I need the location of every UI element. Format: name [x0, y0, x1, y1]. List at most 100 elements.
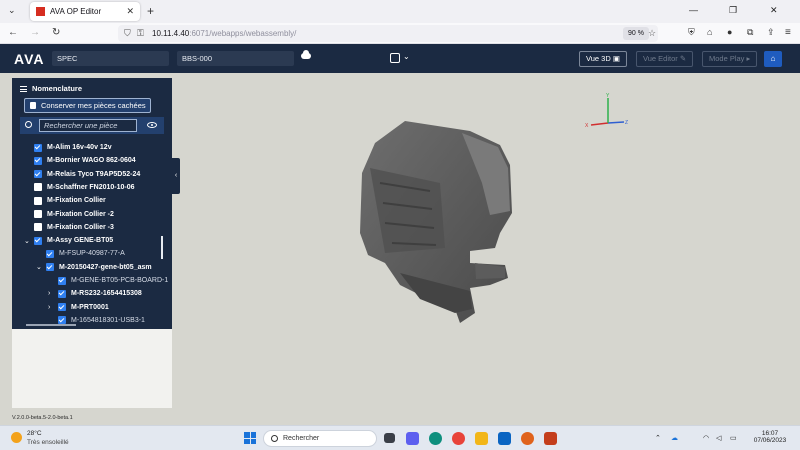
extensions-icon[interactable]: ⧉	[747, 27, 753, 38]
system-clock[interactable]: 16:07 07/06/2023	[752, 430, 788, 444]
tree-item-label: M-Assy GENE-BT05	[47, 237, 114, 245]
file-explorer-icon[interactable]	[475, 432, 488, 445]
weather-desc[interactable]: Très ensoleillé	[27, 439, 69, 446]
close-tab-icon[interactable]: ✕	[126, 6, 134, 17]
tree-item[interactable]: › M-RS232-1654415308	[48, 287, 142, 300]
task-view-icon[interactable]	[384, 433, 395, 443]
visibility-checkbox[interactable]	[34, 170, 42, 179]
share-icon[interactable]: ⇪	[767, 27, 775, 38]
taskbar-search[interactable]: Rechercher	[263, 430, 377, 447]
app-logo: AVA	[14, 51, 45, 67]
chevron-right-icon[interactable]: ›	[48, 290, 56, 297]
vue-3d-button[interactable]: Vue 3D ▣	[579, 51, 627, 67]
home-button[interactable]: ⌂	[764, 51, 782, 67]
site-favicon-icon	[36, 7, 45, 16]
collapse-panel-button[interactable]: ‹	[172, 158, 180, 194]
show-hidden-icons-icon[interactable]: ⌃	[655, 434, 661, 442]
tree-scrollbar[interactable]	[161, 236, 163, 259]
visibility-checkbox[interactable]	[34, 236, 42, 245]
tree-item[interactable]: M-Bornier WAGO 862-0604	[34, 154, 136, 167]
tree-item[interactable]: M-Fixation Collier -2	[34, 208, 114, 221]
tree-item[interactable]: M-GENE-BT05-PCB-BOARD-1	[58, 274, 168, 287]
wifi-icon[interactable]: ◠	[703, 434, 709, 442]
eye-icon[interactable]	[147, 122, 157, 128]
tree-item-label: M-1654818301-USB3-1	[71, 316, 145, 324]
window-close-icon[interactable]: ✕	[770, 5, 778, 16]
tree-item[interactable]: M-FSUP-40987-77-A	[46, 247, 125, 260]
visibility-checkbox[interactable]	[34, 143, 42, 152]
visibility-checkbox[interactable]	[46, 263, 54, 272]
tree-item-label: M-Fixation Collier -2	[47, 210, 114, 218]
menu-icon[interactable]: ≡	[785, 27, 791, 38]
minimize-icon[interactable]: —	[689, 5, 698, 15]
3d-model[interactable]	[360, 121, 512, 323]
tree-item[interactable]: M-Fixation Collier -3	[34, 221, 114, 234]
tree-item[interactable]: ⌄ M-20150427-gene-bt05_asm	[36, 261, 152, 274]
restore-icon[interactable]: ❐	[729, 5, 737, 16]
sun-icon[interactable]	[11, 432, 22, 443]
browser-tab[interactable]: AVA OP Editor ✕	[30, 2, 140, 21]
horizontal-scrollbar[interactable]	[26, 324, 76, 326]
powerpoint-icon[interactable]	[544, 432, 557, 445]
forward-icon[interactable]: →	[30, 27, 40, 38]
chevron-down-icon[interactable]: ⌄	[36, 263, 44, 271]
url-bar[interactable]: ⛉ ⚿ 10.11.4.40:6071/webapps/webassembly/…	[118, 25, 658, 42]
visibility-checkbox[interactable]	[34, 183, 42, 192]
bookmark-star-icon[interactable]: ☆	[648, 28, 656, 39]
part-search-input[interactable]	[39, 119, 137, 132]
outlook-icon[interactable]	[498, 432, 511, 445]
chevron-down-icon[interactable]: ⌄	[24, 237, 32, 245]
tree-item[interactable]: M-Fixation Collier	[34, 194, 106, 207]
pocket-icon[interactable]: ⌂	[707, 27, 712, 37]
teams-icon[interactable]	[406, 432, 419, 445]
menu-hamburger-icon[interactable]	[20, 85, 27, 92]
volume-icon[interactable]: ◁	[716, 434, 721, 442]
windows-start-icon[interactable]	[244, 432, 256, 444]
save-icon	[30, 102, 36, 109]
url-text[interactable]: 10.11.4.40:6071/webapps/webassembly/	[152, 29, 296, 38]
tracking-shield-icon[interactable]: ⛉	[124, 28, 131, 39]
tree-item-label: M-20150427-gene-bt05_asm	[59, 263, 152, 271]
search-icon[interactable]	[25, 121, 32, 128]
visibility-checkbox[interactable]	[58, 289, 66, 298]
new-tab-icon[interactable]: +	[147, 4, 154, 18]
zoom-level[interactable]: 90 %	[623, 27, 649, 40]
account-icon[interactable]: ●	[727, 27, 732, 37]
tab-title: AVA OP Editor	[50, 7, 102, 16]
visibility-checkbox[interactable]	[34, 196, 42, 205]
visibility-checkbox[interactable]	[34, 223, 42, 232]
shield-icon[interactable]: ⛨	[688, 27, 695, 38]
tree-item[interactable]: M-Relais Tyco T9AP5D52-24	[34, 168, 140, 181]
chevron-right-icon[interactable]: ›	[48, 304, 56, 311]
firefox-icon[interactable]	[521, 432, 534, 445]
visibility-checkbox[interactable]	[58, 303, 66, 312]
cloud-icon[interactable]	[301, 50, 311, 59]
edge-icon[interactable]	[429, 432, 442, 445]
mode-play-button[interactable]: Mode Play ▸	[702, 51, 758, 67]
vue-editor-button[interactable]: Vue Editor ✎	[636, 51, 694, 67]
bbs-field[interactable]: BBS-000	[177, 51, 294, 66]
axis-y-label: Y	[606, 93, 610, 99]
spec-field[interactable]: SPEC	[52, 51, 169, 66]
chrome-icon[interactable]	[452, 432, 465, 445]
weather-temp[interactable]: 28°C	[27, 430, 42, 437]
chevron-down-icon[interactable]: ⌄	[403, 52, 410, 61]
visibility-checkbox[interactable]	[34, 156, 42, 165]
back-icon[interactable]: ←	[8, 27, 18, 38]
tree-item[interactable]: M-Schaffner FN2010-10-06	[34, 181, 135, 194]
list-all-tabs-icon[interactable]: ⌄	[8, 5, 16, 16]
reload-icon[interactable]: ↻	[52, 27, 60, 38]
tree-item[interactable]: ⌄ M-Assy GENE-BT05	[24, 234, 113, 247]
visibility-checkbox[interactable]	[34, 210, 42, 218]
tree-item[interactable]: M-Alim 16v-40v 12v	[34, 141, 112, 154]
scan-icon[interactable]	[390, 53, 400, 63]
visibility-checkbox[interactable]	[46, 249, 54, 258]
camera-icon: ▣	[612, 54, 620, 63]
keep-hidden-parts-button[interactable]: Conserver mes pièces cachées	[24, 98, 151, 113]
onedrive-icon[interactable]: ☁	[671, 434, 678, 442]
visibility-checkbox[interactable]	[58, 276, 66, 285]
tree-item-label: M-Bornier WAGO 862-0604	[47, 157, 136, 165]
battery-icon[interactable]: ▭	[730, 434, 737, 442]
insecure-lock-icon[interactable]: ⚿	[137, 28, 144, 39]
tree-item[interactable]: › M-PRT0001	[48, 301, 109, 314]
